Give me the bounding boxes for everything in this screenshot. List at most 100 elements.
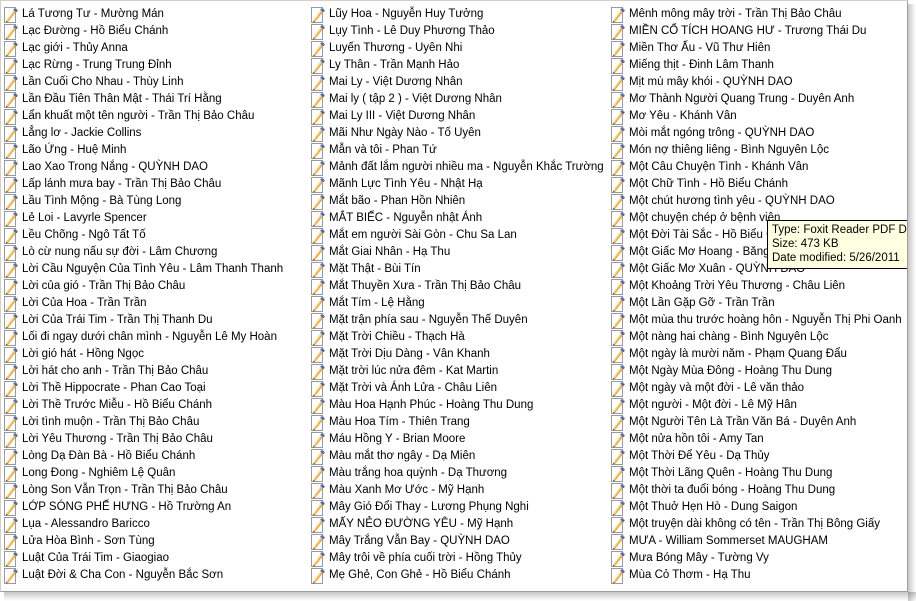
list-item[interactable]: MIỀN CỔ TÍCH HOANG HƯ - Trương Thái Du <box>610 23 907 40</box>
list-item[interactable]: Mảnh đất lắm người nhiều ma - Nguyễn Khắ… <box>310 159 610 176</box>
list-item[interactable]: Lều Chõng - Ngô Tất Tố <box>3 227 303 244</box>
list-item[interactable]: Mịt mù mây khói - QUỲNH DAO <box>610 74 907 91</box>
list-item[interactable]: Màu Hoa Hạnh Phúc - Hoàng Thu Dung <box>310 397 610 414</box>
list-item[interactable]: Màu trắng hoa quỳnh - Dạ Thương <box>310 465 610 482</box>
list-item[interactable]: Mãi Như Ngày Nào - Tố Uyên <box>310 125 610 142</box>
list-item[interactable]: Long Đong - Nghiêm Lệ Quân <box>3 465 303 482</box>
list-item[interactable]: Lời Thề Trước Miễu - Hồ Biểu Chánh <box>3 397 303 414</box>
list-item[interactable]: Lầu Tình Mộng - Bà Tùng Long <box>3 193 303 210</box>
list-item[interactable]: Lời Thề Hippocrate - Phan Cao Toại <box>3 380 303 397</box>
list-item[interactable]: Lòng Son Vẫn Trọn - Trần Thị Bảo Châu <box>3 482 303 499</box>
list-item[interactable]: Mơ Thành Người Quang Trung - Duyên Anh <box>610 91 907 108</box>
list-item[interactable]: Màu mắt thơ ngây - Dạ Miên <box>310 448 610 465</box>
list-item[interactable]: Mặt Trời Dịu Dàng - Vân Khanh <box>310 346 610 363</box>
list-item[interactable]: Mai Ly - Việt Dương Nhân <box>310 74 610 91</box>
list-item[interactable]: Lụy Tình - Lê Duy Phương Thảo <box>310 23 610 40</box>
list-item[interactable]: Lẻ Loi - Lavyrle Spencer <box>3 210 303 227</box>
list-item[interactable]: Màu Hoa Tím - Thiên Trang <box>310 414 610 431</box>
list-item[interactable]: Mây Trắng Vẫn Bay - QUỲNH DAO <box>310 533 610 550</box>
list-item[interactable]: Miền Thơ Ấu - Vũ Thư Hiên <box>610 40 907 57</box>
list-item[interactable]: Mây trôi về phía cuối trời - Hồng Thủy <box>310 550 610 567</box>
list-item[interactable]: Lao Xao Trong Nắng - QUỲNH DAO <box>3 159 303 176</box>
list-item[interactable]: Lời của gió - Trần Thị Bảo Châu <box>3 278 303 295</box>
list-item[interactable]: Lời gió hát - Hồng Ngọc <box>3 346 303 363</box>
list-item[interactable]: Mặt Trời và Ánh Lửa - Châu Liên <box>310 380 610 397</box>
list-item[interactable]: Luật Đời & Cha Con - Nguyễn Bắc Sơn <box>3 567 303 584</box>
list-item[interactable]: Lẩn khuất một tên người - Trần Thị Bảo C… <box>3 108 303 125</box>
list-item[interactable]: Một Câu Chuyện Tình - Khánh Vân <box>610 159 907 176</box>
file-list-view[interactable]: Lá Tương Tư - Mường Mán Lạc Đường - Hồ Bi… <box>1 1 907 591</box>
list-item[interactable]: MẮT BIẾC - Nguyễn nhật Ánh <box>310 210 610 227</box>
list-item[interactable]: Mẹ Ghẻ, Con Ghẻ - Hồ Biểu Chánh <box>310 567 610 584</box>
list-item[interactable]: Lối đi ngay dưới chân mình - Nguyễn Lê M… <box>3 329 303 346</box>
list-item[interactable]: Lũy Hoa - Nguyễn Huy Tưởng <box>310 6 610 23</box>
list-item[interactable]: Một Người Tên Là Trần Văn Bá - Duyên Anh <box>610 414 907 431</box>
list-item[interactable]: Lần Cuối Cho Nhau - Thùy Linh <box>3 74 303 91</box>
list-item[interactable]: Mưa Bóng Mây - Tường Vy <box>610 550 907 567</box>
list-item[interactable]: Lão Ứng - Huệ Minh <box>3 142 303 159</box>
list-item[interactable]: MẤY NẺO ĐƯỜNG YÊU - Mỹ Hạnh <box>310 516 610 533</box>
list-item[interactable]: Lòng Dạ Đàn Bà - Hồ Biểu Chánh <box>3 448 303 465</box>
list-item[interactable]: Lời Yêu Thương - Trần Thị Bảo Châu <box>3 431 303 448</box>
list-item[interactable]: Một ngày là mười năm - Phạm Quang Đẩu <box>610 346 907 363</box>
list-item[interactable]: Lấp lánh mưa bay - Trần Thị Bảo Châu <box>3 176 303 193</box>
list-item[interactable]: Lụa - Alessandro Baricco <box>3 516 303 533</box>
list-item[interactable]: Mòi mắt ngóng trông - QUỲNH DAO <box>610 125 907 142</box>
list-item[interactable]: Mắt bão - Phan Hồn Nhiên <box>310 193 610 210</box>
list-item[interactable]: Một truyện dài không có tên - Trần Thị B… <box>610 516 907 533</box>
list-item[interactable]: Món nợ thiêng liêng - Bình Nguyên Lộc <box>610 142 907 159</box>
list-item[interactable]: LỚP SÓNG PHẾ HƯNG - Hồ Trường An <box>3 499 303 516</box>
list-item[interactable]: Một thời ta đuổi bóng - Hoàng Thu Dung <box>610 482 907 499</box>
list-item[interactable]: Mặt Trời Chiều - Thạch Hà <box>310 329 610 346</box>
list-item[interactable]: Mênh mông mây trời - Trần Thị Bảo Châu <box>610 6 907 23</box>
list-item[interactable]: Mặt trận phía sau - Nguyễn Thế Duyên <box>310 312 610 329</box>
list-item[interactable]: Lò cừ nung nấu sự đời - Lâm Chương <box>3 244 303 261</box>
list-item[interactable]: Mãnh Lực Tình Yêu - Nhật Hạ <box>310 176 610 193</box>
list-item[interactable]: Miếng thịt - Đinh Lâm Thanh <box>610 57 907 74</box>
list-item[interactable]: Mai ly ( tập 2 ) - Việt Dương Nhân <box>310 91 610 108</box>
list-item[interactable]: Một Thuở Hẹn Hò - Dung Saigon <box>610 499 907 516</box>
list-item[interactable]: Lời hát cho anh - Trần Thị Bảo Châu <box>3 363 303 380</box>
list-item[interactable]: Mắt Thuyền Xưa - Trần Thị Bảo Châu <box>310 278 610 295</box>
list-item[interactable]: Mắt Tím - Lệ Hằng <box>310 295 610 312</box>
list-item[interactable]: Luyến Thương - Uyên Nhi <box>310 40 610 57</box>
list-item[interactable]: Mẫn và tôi - Phan Tứ <box>310 142 610 159</box>
list-item[interactable]: Một nàng hai chàng - Bình Nguyên Lộc <box>610 329 907 346</box>
list-item[interactable]: Lời Cầu Nguyện Của Tình Yêu - Lâm Thanh … <box>3 261 303 278</box>
list-item[interactable]: Lần Đầu Tiên Thân Mật - Thái Trí Hằng <box>3 91 303 108</box>
list-item[interactable]: Mặt trời lúc nửa đêm - Kat Martin <box>310 363 610 380</box>
list-item[interactable]: Lời tình muộn - Trần Thị Bảo Châu <box>3 414 303 431</box>
list-item[interactable]: Một Thời Lãng Quên - Hoàng Thu Dung <box>610 465 907 482</box>
list-item[interactable]: Một chút hương tình yêu - QUỲNH DAO <box>610 193 907 210</box>
list-item[interactable]: Lời Của Trái Tim - Trần Thị Thanh Du <box>3 312 303 329</box>
list-item[interactable]: Một Chữ Tình - Hồ Biểu Chánh <box>610 176 907 193</box>
list-item[interactable]: Lửa Hòa Bình - Sơn Tùng <box>3 533 303 550</box>
list-item[interactable]: Một Khoảng Trời Yêu Thương - Châu Liên <box>610 278 907 295</box>
list-item[interactable]: Mai Ly III - Việt Dương Nhân <box>310 108 610 125</box>
list-item[interactable]: Máu Hồng Y - Brian Moore <box>310 431 610 448</box>
list-item[interactable]: Mặt Thật - Bùi Tín <box>310 261 610 278</box>
list-item[interactable]: Một người - Một đời - Lê Mỹ Hân <box>610 397 907 414</box>
list-item[interactable]: Lẳng lơ - Jackie Collins <box>3 125 303 142</box>
list-item[interactable]: Lạc Đường - Hồ Biểu Chánh <box>3 23 303 40</box>
list-item[interactable]: Mắt Giai Nhân - Hạ Thu <box>310 244 610 261</box>
list-item[interactable]: Một ngày và một đời - Lê văn thảo <box>610 380 907 397</box>
list-item[interactable]: MƯA - William Sommerset MAUGHAM <box>610 533 907 550</box>
list-item[interactable]: Một Thời Để Yêu - Dạ Thủy <box>610 448 907 465</box>
list-item[interactable]: Mây Gió Đổi Thay - Lương Phụng Nghi <box>310 499 610 516</box>
list-item[interactable]: Một Ngày Mùa Đông - Hoàng Thu Dung <box>610 363 907 380</box>
list-item-label: Một Câu Chuyện Tình - Khánh Vân <box>629 161 809 173</box>
list-item[interactable]: Một mùa thu trước hoàng hôn - Nguyễn Thị… <box>610 312 907 329</box>
list-item[interactable]: Mơ Yêu - Khánh Vân <box>610 108 907 125</box>
list-item[interactable]: Mắt em người Sài Gòn - Chu Sa Lan <box>310 227 610 244</box>
list-item[interactable]: Mùa Cỏ Thơm - Hạ Thu <box>610 567 907 584</box>
list-item[interactable]: Lá Tương Tư - Mường Mán <box>3 6 303 23</box>
list-item[interactable]: Một nửa hồn tôi - Amy Tan <box>610 431 907 448</box>
list-item[interactable]: Một Lần Gặp Gỡ - Trần Trần <box>610 295 907 312</box>
list-item[interactable]: Lạc Rừng - Trung Trung Đỉnh <box>3 57 303 74</box>
list-item[interactable]: Màu Xanh Mơ Ước - Mỹ Hạnh <box>310 482 610 499</box>
list-item[interactable]: Luật Của Trái Tim - Giaogiao <box>3 550 303 567</box>
list-item[interactable]: Lạc giới - Thủy Anna <box>3 40 303 57</box>
list-item[interactable]: Ly Thân - Trần Mạnh Hảo <box>310 57 610 74</box>
list-item[interactable]: Lời Của Hoa - Trần Trần <box>3 295 303 312</box>
